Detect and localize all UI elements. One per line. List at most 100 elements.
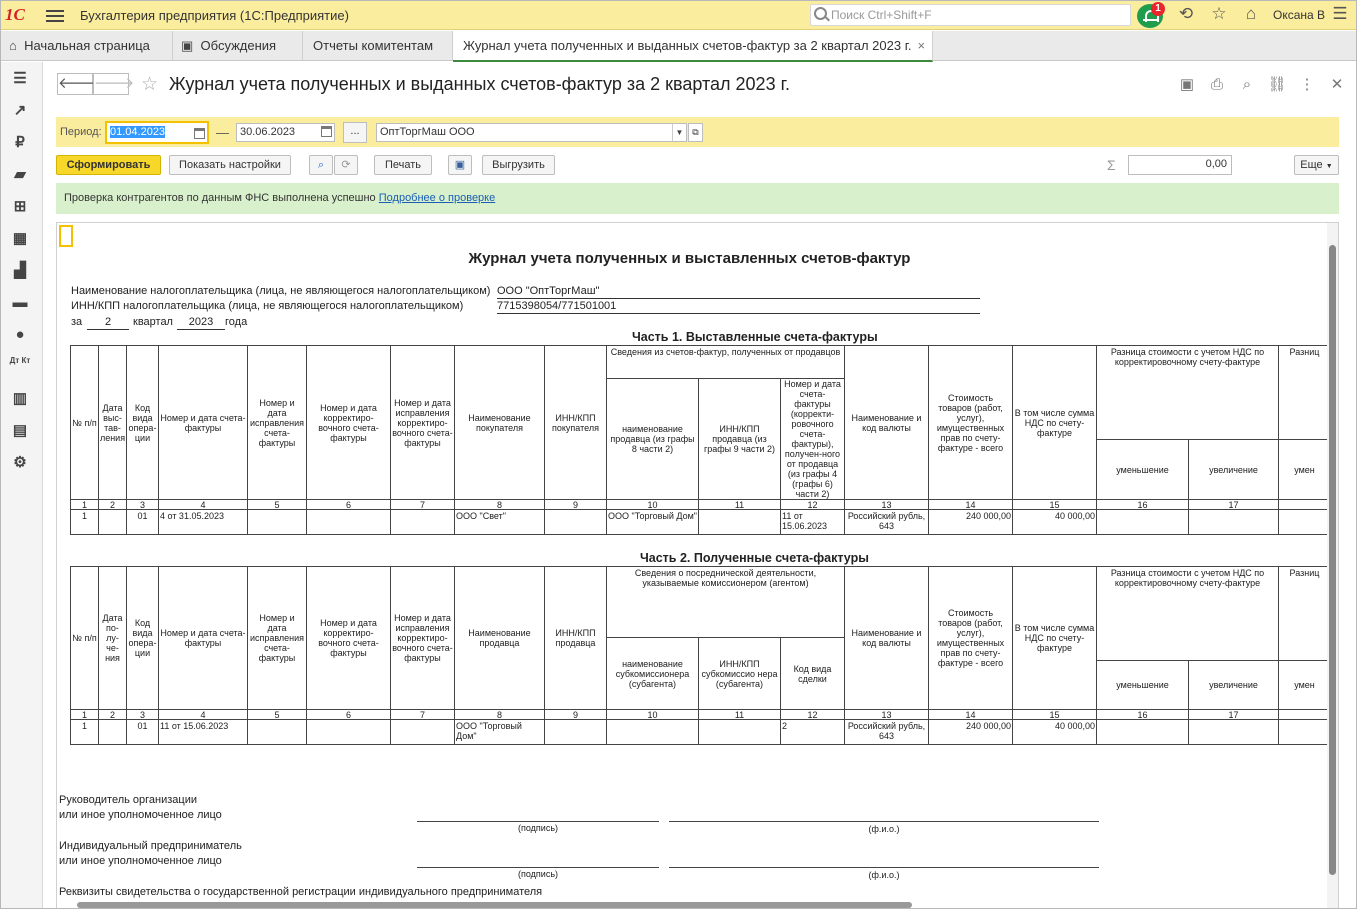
diff-header: Разниц <box>1278 345 1331 440</box>
fio2-caption: (ф.и.о.) <box>868 870 900 880</box>
history-icon[interactable]: ⟲ <box>1175 4 1197 26</box>
content-area: 🡐 🡒 ☆ Журнал учета полученных и выданных… <box>44 62 1356 908</box>
column-header: В том числе сумма НДС по счету-фактуре <box>1012 345 1097 500</box>
column-header: Дата по-лу-че-ния <box>98 566 127 710</box>
save-disk-icon[interactable]: ▣ <box>448 155 472 175</box>
favorite-star-icon[interactable]: ☆ <box>141 73 158 96</box>
horizontal-scroll-thumb[interactable] <box>77 902 912 908</box>
column-header: Наименование покупателя <box>454 345 545 500</box>
chevron-down-icon[interactable]: ▼ <box>672 124 686 141</box>
period-choose-button[interactable]: ... <box>343 122 367 143</box>
notification-badge: 1 <box>1151 2 1165 16</box>
signature1-line <box>417 821 659 822</box>
close-tab-icon[interactable]: × <box>917 38 925 53</box>
home-icon: ⌂ <box>9 38 17 53</box>
search-icon <box>814 7 827 20</box>
column-header: Номер и дата счета-фактуры <box>158 345 248 500</box>
section-sidebar: ☰ ↗ ₽ ▰ ⊞ ▦ ▟ ▬ ● Дт Кт ▥ ▤ ⚙ <box>1 62 43 908</box>
table-cell: 2 <box>780 719 845 745</box>
period-panel: Период: 01.04.2023 — 30.06.2023 ... ОптТ… <box>56 117 1339 147</box>
vertical-scroll-thumb[interactable] <box>1329 245 1336 875</box>
back-button[interactable]: 🡐 <box>57 73 98 95</box>
link-icon[interactable]: ⛓ <box>1266 74 1288 96</box>
sub-header: наименование субкомиссионера (субагента) <box>606 637 699 710</box>
open-organization-icon[interactable]: ⧉ <box>688 123 703 142</box>
tab-invoice-journal[interactable]: Журнал учета полученных и выданных счето… <box>453 31 933 62</box>
bookmark-icon[interactable]: ⌂ <box>1240 4 1262 26</box>
print-icon[interactable]: ⎙ <box>1206 74 1228 96</box>
grid-icon[interactable]: ▦ <box>9 228 31 250</box>
settings-menu-icon[interactable]: ☰ <box>1329 4 1351 26</box>
calendar-icon[interactable] <box>321 126 332 137</box>
menu-icon[interactable]: ☰ <box>9 68 31 90</box>
person-icon[interactable]: ● <box>9 324 31 346</box>
export-button[interactable]: Выгрузить <box>482 155 555 175</box>
table-cell <box>306 509 391 535</box>
tab-commitent-reports[interactable]: Отчеты комитентам <box>303 31 453 61</box>
preview-icon[interactable]: ⌕ <box>1236 74 1258 96</box>
report-title: Журнал учета полученных и выставленных с… <box>468 250 911 267</box>
signature1-caption: (подпись) <box>517 823 559 833</box>
bag-icon[interactable]: ▰ <box>9 164 31 186</box>
period-from-input[interactable]: 01.04.2023 <box>105 121 209 144</box>
global-search-input[interactable]: Поиск Ctrl+Shift+F <box>810 4 1131 26</box>
main-menu-button[interactable] <box>46 7 64 23</box>
title-bar: 1С Бухгалтерия предприятия (1С:Предприят… <box>1 1 1356 30</box>
period-from-value: 01.04.2023 <box>110 126 166 138</box>
column-header: Номер и дата счета-фактуры <box>158 566 248 710</box>
user-name[interactable]: Оксана В <box>1273 8 1325 22</box>
diff-header: Разниц <box>1278 566 1331 661</box>
table-cell: 01 <box>126 719 159 745</box>
close-icon[interactable]: ✕ <box>1326 74 1348 96</box>
inn-value: 7715398054/771501001 <box>497 300 980 314</box>
dt-kt-icon[interactable]: Дт Кт <box>9 356 31 378</box>
find-next-icon[interactable]: ⟳ <box>334 155 358 175</box>
tab-discussions[interactable]: ▣ Обсуждения <box>173 31 303 61</box>
find-icon[interactable]: ⌕ <box>309 155 333 175</box>
chart-icon[interactable]: ▥ <box>9 388 31 410</box>
factory-icon[interactable]: ▟ <box>9 260 31 282</box>
quarter-number: 2 <box>87 316 129 330</box>
calendar-icon[interactable] <box>194 128 205 139</box>
table-cell: 40 000,00 <box>1012 509 1097 535</box>
column-header: Дата выс-тав-ления <box>98 345 127 500</box>
truck-icon[interactable]: ▬ <box>9 292 31 314</box>
message-text: Проверка контрагентов по данным ФНС выпо… <box>64 192 376 204</box>
gear-icon[interactable]: ⚙ <box>9 452 31 474</box>
table-cell: 1 <box>70 509 99 535</box>
forward-button[interactable]: 🡒 <box>93 73 134 95</box>
column-header: Стоимость товаров (работ, услуг), имущес… <box>928 566 1013 710</box>
sub-header: ИНН/КПП продавца (из графы 9 части 2) <box>698 378 781 500</box>
cart-icon[interactable]: ⊞ <box>9 196 31 218</box>
table-cell <box>306 719 391 745</box>
quarter-label: квартал <box>133 316 173 328</box>
more-button[interactable]: Еще ▼ <box>1294 155 1339 175</box>
table-cell <box>1278 509 1331 535</box>
show-settings-button[interactable]: Показать настройки <box>169 155 291 175</box>
sum-field[interactable]: 0,00 <box>1128 155 1232 175</box>
sub-header: увеличение <box>1188 660 1279 710</box>
organization-value: ОптТоргМаш ООО <box>380 126 475 138</box>
more-vertical-icon[interactable]: ⋮ <box>1296 74 1318 96</box>
column-header: Наименование продавца <box>454 566 545 710</box>
trend-icon[interactable]: ↗ <box>9 100 31 122</box>
table-cell: 11 от 15.06.2023 <box>158 719 248 745</box>
fio1-caption: (ф.и.о.) <box>868 824 900 834</box>
tab-home[interactable]: ⌂ Начальная страница <box>1 31 173 61</box>
period-to-input[interactable]: 30.06.2023 <box>236 123 335 142</box>
organization-select[interactable]: ОптТоргМаш ООО ▼ <box>376 123 687 142</box>
ruble-icon[interactable]: ₽ <box>9 132 31 154</box>
books-icon[interactable]: ▤ <box>9 420 31 442</box>
column-header: В том числе сумма НДС по счету-фактуре <box>1012 566 1097 710</box>
details-link[interactable]: Подробнее о проверке <box>379 192 495 204</box>
favorites-star-icon[interactable]: ☆ <box>1208 4 1230 26</box>
column-header: Наименование и код валюты <box>844 566 929 710</box>
generate-button[interactable]: Сформировать <box>56 155 161 175</box>
signature2-line <box>417 867 659 868</box>
table-cell <box>1096 719 1189 745</box>
table-cell: ООО "Свет" <box>454 509 545 535</box>
print-button[interactable]: Печать <box>374 155 432 175</box>
sum-icon: Σ <box>1107 157 1116 173</box>
save-icon[interactable]: ▣ <box>1176 74 1198 96</box>
period-dash: — <box>216 125 229 140</box>
